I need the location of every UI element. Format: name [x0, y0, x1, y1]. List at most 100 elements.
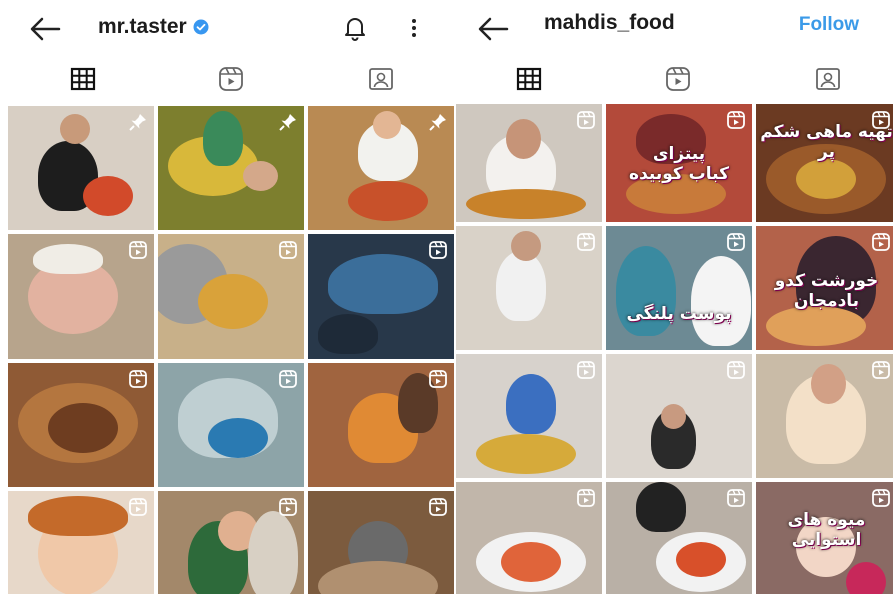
thumbnail-shape [203, 111, 243, 166]
post-thumbnail[interactable] [308, 491, 454, 594]
post-caption: میوه های استوایی [787, 510, 866, 550]
tagged-icon [369, 68, 393, 90]
post-thumbnail[interactable] [308, 106, 454, 230]
more-options-button[interactable] [408, 14, 420, 42]
profile-header: mahdis_food Follow [456, 0, 893, 56]
profile-tabs [456, 56, 893, 102]
reel-icon [278, 240, 298, 260]
back-button[interactable] [476, 14, 510, 44]
thumbnail-shape [318, 561, 438, 594]
bell-icon [345, 18, 365, 41]
post-thumbnail[interactable] [158, 234, 304, 359]
post-thumbnail[interactable] [158, 491, 304, 594]
tab-tagged[interactable] [364, 64, 398, 94]
post-thumbnail[interactable]: پوست پلنگی [606, 226, 752, 350]
post-thumbnail[interactable] [8, 363, 154, 487]
thumbnail-shape [476, 434, 576, 474]
grid-icon [516, 67, 542, 91]
tagged-icon [816, 68, 840, 90]
thumbnail-shape [661, 404, 686, 429]
pin-icon [428, 112, 448, 132]
thumbnail-shape [208, 418, 268, 458]
post-thumbnail[interactable] [756, 354, 893, 478]
post-caption: خورشت کدو بادمجان [774, 271, 879, 311]
profile-tabs [0, 56, 456, 102]
pin-icon [128, 112, 148, 132]
tab-grid[interactable] [66, 64, 100, 94]
thumbnail-shape [348, 181, 428, 221]
profile-panel-mr-taster: mr.taster [0, 0, 456, 594]
post-thumbnail[interactable]: تهیه ماهی شکم پر [756, 104, 893, 222]
post-thumbnail[interactable] [456, 354, 602, 478]
thumbnail-shape [811, 364, 846, 404]
thumbnail-shape [318, 314, 378, 354]
reel-icon [576, 110, 596, 130]
post-thumbnail[interactable] [158, 106, 304, 230]
thumbnail-shape [496, 251, 546, 321]
thumbnail-shape [83, 176, 133, 216]
reel-icon [576, 360, 596, 380]
reel-icon [726, 488, 746, 508]
post-thumbnail[interactable] [8, 491, 154, 594]
reel-icon [278, 497, 298, 517]
post-thumbnail[interactable] [8, 234, 154, 359]
tab-tagged[interactable] [811, 64, 845, 94]
reel-icon [428, 369, 448, 389]
thumbnail-shape [636, 482, 686, 532]
post-thumbnail[interactable] [308, 234, 454, 359]
username-text: mr.taster [98, 15, 187, 38]
reel-icon [726, 360, 746, 380]
post-caption: پوست پلنگی [626, 304, 732, 324]
post-thumbnail[interactable] [456, 226, 602, 350]
reel-icon [128, 497, 148, 517]
reel-icon [576, 488, 596, 508]
post-thumbnail[interactable] [606, 482, 752, 594]
profile-header: mr.taster [0, 0, 456, 56]
post-thumbnail[interactable] [456, 104, 602, 222]
thumbnail-shape [511, 231, 541, 261]
thumbnail-shape [328, 254, 438, 314]
thumbnail-shape [60, 114, 90, 144]
reel-icon [576, 232, 596, 252]
thumbnail-shape [33, 244, 103, 274]
reel-icon [428, 240, 448, 260]
thumbnail-shape [243, 161, 278, 191]
reel-icon [428, 497, 448, 517]
thumbnail-shape [48, 403, 118, 453]
follow-button[interactable]: Follow [799, 14, 859, 36]
post-thumbnail[interactable] [8, 106, 154, 230]
post-thumbnail[interactable]: خورشت کدو بادمجان [756, 226, 893, 350]
reel-icon [278, 369, 298, 389]
post-thumbnail[interactable]: میوه های استوایی [756, 482, 893, 594]
tab-reels[interactable] [661, 64, 695, 94]
profile-panel-mahdis-food: mahdis_food Follow پیتزای کباب کوبیده تهی… [456, 0, 893, 594]
grid-icon [70, 67, 96, 91]
back-button[interactable] [28, 14, 62, 44]
thumbnail-shape [691, 256, 751, 346]
post-thumbnail[interactable]: پیتزای کباب کوبیده [606, 104, 752, 222]
tab-grid[interactable] [512, 64, 546, 94]
notifications-button[interactable] [342, 14, 368, 42]
thumbnail-shape [198, 274, 268, 329]
arrow-left-icon [478, 17, 509, 41]
thumbnail-shape [466, 189, 586, 219]
reel-icon [128, 369, 148, 389]
reel-icon [871, 488, 891, 508]
post-thumbnail[interactable] [456, 482, 602, 594]
profile-username: mr.taster [98, 15, 209, 39]
post-thumbnail[interactable] [158, 363, 304, 487]
thumbnail-shape [501, 542, 561, 582]
thumbnail-shape [506, 119, 541, 159]
thumbnail-shape [796, 159, 856, 199]
post-thumbnail[interactable] [606, 354, 752, 478]
tab-reels[interactable] [214, 64, 248, 94]
post-thumbnail[interactable] [308, 363, 454, 487]
reel-icon [726, 110, 746, 130]
posts-grid [8, 106, 454, 594]
thumbnail-shape [846, 562, 886, 594]
posts-grid: پیتزای کباب کوبیده تهیه ماهی شکم پر پوست پ… [456, 104, 893, 594]
thumbnail-shape [28, 496, 128, 536]
arrow-left-icon [30, 17, 61, 41]
thumbnail-shape [248, 511, 298, 594]
thumbnail-shape [373, 111, 401, 139]
